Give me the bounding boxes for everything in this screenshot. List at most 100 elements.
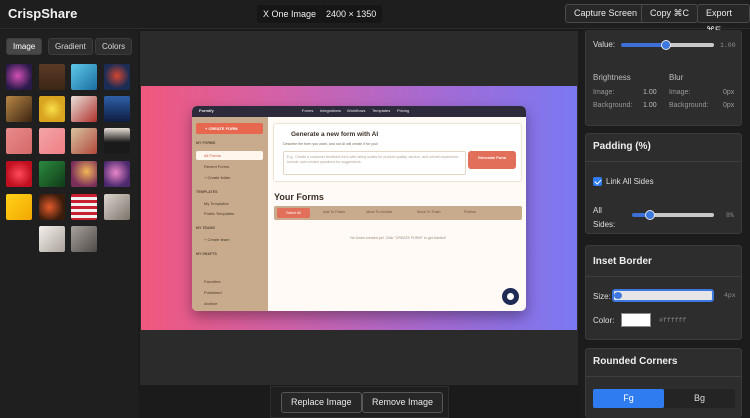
preview-select-all: Select All xyxy=(277,208,310,218)
dimensions-label: 2400 × 1350 xyxy=(320,5,383,23)
link-all-sides-checkbox[interactable] xyxy=(593,177,602,186)
capture-screen-button[interactable]: Capture Screen xyxy=(565,4,647,23)
thumbnail[interactable] xyxy=(6,161,32,187)
value-slider-track xyxy=(666,43,714,47)
preview-action: Move To Archive xyxy=(366,210,393,214)
preview-ai-textarea: E.g., Create a customer feedback form wi… xyxy=(283,151,466,175)
preview-sidebar-item: Recent Forms xyxy=(204,164,230,169)
preview-ai-generator-card: Generate a new form with AI Describe the… xyxy=(273,123,522,182)
brightness-image-label: Image: xyxy=(593,89,615,96)
export-button[interactable]: Export ⌘E xyxy=(697,4,750,35)
blur-background-label: Background: xyxy=(669,102,709,109)
preview-sidebar-item: + Create team xyxy=(204,237,230,242)
preview-sidebar-item: My Templates xyxy=(204,201,229,206)
padding-slider-thumb[interactable] xyxy=(645,210,655,220)
preview-topbar: Formify Forms Integrations Workflows Tem… xyxy=(192,106,526,117)
preview-ai-subtitle: Describe the form you want, and our AI w… xyxy=(283,142,378,146)
brightness-background-label: Background: xyxy=(593,102,633,109)
preview-sidebar-heading: MY FORMS xyxy=(196,141,216,145)
blur-background-value: 0px xyxy=(723,102,735,109)
preview-your-forms-title: Your Forms xyxy=(274,192,324,202)
border-size-label: Size: xyxy=(593,292,611,301)
preview-nav-item: Templates xyxy=(372,108,391,113)
border-color-label: Color: xyxy=(593,316,615,325)
blur-image-value: 0px xyxy=(723,89,735,96)
thumbnail[interactable] xyxy=(39,161,65,187)
all-sides-label: All Sides: xyxy=(593,206,616,229)
top-bar: CrispShare X One Image 2400 × 1350 Captu… xyxy=(0,0,750,35)
preview-empty-message: No forms created yet. Click "CREATE FORM… xyxy=(350,236,446,240)
thumbnail[interactable] xyxy=(104,194,130,220)
value-label: Value: xyxy=(593,40,616,49)
preview-sidebar-item: Archive xyxy=(204,301,218,306)
replace-image-button[interactable]: Replace Image xyxy=(281,392,362,413)
inset-border-title: Inset Border xyxy=(593,256,652,267)
rounded-corners-divider xyxy=(585,376,742,377)
value-slider-thumb[interactable] xyxy=(661,40,671,50)
preview-sidebar-heading: MY TEAMS xyxy=(196,226,215,230)
rounded-corners-title: Rounded Corners xyxy=(593,356,678,367)
link-all-sides-label: Link All Sides xyxy=(606,177,654,186)
thumbnail[interactable] xyxy=(71,194,97,220)
preview-action: Move To Trash xyxy=(417,210,441,214)
value-readout: 1.00 xyxy=(720,42,736,49)
preview-forms-toolbar: Select All Add To Folder Move To Archive… xyxy=(274,206,522,220)
blur-image-label: Image: xyxy=(669,89,691,96)
preview-sidebar-item: Favorites xyxy=(204,279,221,284)
mode-label: X One Image xyxy=(257,5,323,23)
tab-colors[interactable]: Colors xyxy=(95,38,133,55)
tab-image[interactable]: Image xyxy=(6,38,43,55)
thumbnail[interactable] xyxy=(6,194,32,220)
preview-action: Publish xyxy=(464,210,476,214)
preview-nav-item: Pricing xyxy=(397,108,410,113)
preview-ai-title: Generate a new form with AI xyxy=(291,131,379,138)
blur-title: Blur xyxy=(669,73,684,82)
tab-gradient[interactable]: Gradient xyxy=(48,38,93,55)
border-size-slider[interactable] xyxy=(612,289,714,302)
app-title: CrispShare xyxy=(8,6,78,21)
border-color-swatch[interactable] xyxy=(621,313,651,327)
thumbnail[interactable] xyxy=(104,161,130,187)
preview-sidebar-heading: TEMPLATES xyxy=(196,190,218,194)
thumbnail[interactable] xyxy=(39,128,65,154)
thumbnail[interactable] xyxy=(39,226,65,252)
preview-sidebar-heading: MY DRAFTS xyxy=(196,252,217,256)
thumbnail[interactable] xyxy=(71,161,97,187)
thumbnail[interactable] xyxy=(104,96,130,122)
preview-create-form-button: + CREATE FORM xyxy=(196,123,263,134)
screenshot-preview: Formify Forms Integrations Workflows Tem… xyxy=(192,106,526,311)
rounded-corners-fg-option[interactable]: Fg xyxy=(593,389,664,408)
padding-title: Padding (%) xyxy=(593,141,651,152)
padding-slider-track xyxy=(648,213,714,217)
brightness-background-value: 1.00 xyxy=(643,102,657,109)
preview-sidebar-item: All Forms xyxy=(204,153,221,158)
thumbnail[interactable] xyxy=(71,226,97,252)
thumbnail[interactable] xyxy=(39,64,65,90)
thumbnail[interactable] xyxy=(39,96,65,122)
preview-generate-button: Generate Form xyxy=(468,151,516,169)
padding-readout: 8% xyxy=(726,212,734,219)
thumbnail[interactable] xyxy=(6,96,32,122)
preview-sidebar-item: Public Templates xyxy=(204,211,235,216)
preview-nav-item: Forms xyxy=(302,108,314,113)
preview-brand: Formify xyxy=(199,108,214,113)
copy-button[interactable]: Copy ⌘C xyxy=(641,4,699,23)
thumbnail[interactable] xyxy=(6,64,32,90)
padding-divider xyxy=(585,161,742,162)
value-slider-fill xyxy=(621,43,666,47)
preview-nav-item: Integrations xyxy=(320,108,341,113)
border-color-hex: #ffffff xyxy=(659,317,687,324)
thumbnail[interactable] xyxy=(104,128,130,154)
thumbnail[interactable] xyxy=(71,128,97,154)
remove-image-button[interactable]: Remove Image xyxy=(362,392,444,413)
thumbnail[interactable] xyxy=(104,64,130,90)
thumbnail[interactable] xyxy=(71,64,97,90)
brightness-title: Brightness xyxy=(593,73,631,82)
thumbnail[interactable] xyxy=(6,128,32,154)
thumbnail[interactable] xyxy=(71,96,97,122)
rounded-corners-bg-option[interactable]: Bg xyxy=(664,389,735,408)
preview-action: Add To Folder xyxy=(323,210,346,214)
preview-sidebar-item: Published xyxy=(204,290,222,295)
thumbnail[interactable] xyxy=(39,194,65,220)
preview-sidebar-item: + Create folder xyxy=(204,175,231,180)
